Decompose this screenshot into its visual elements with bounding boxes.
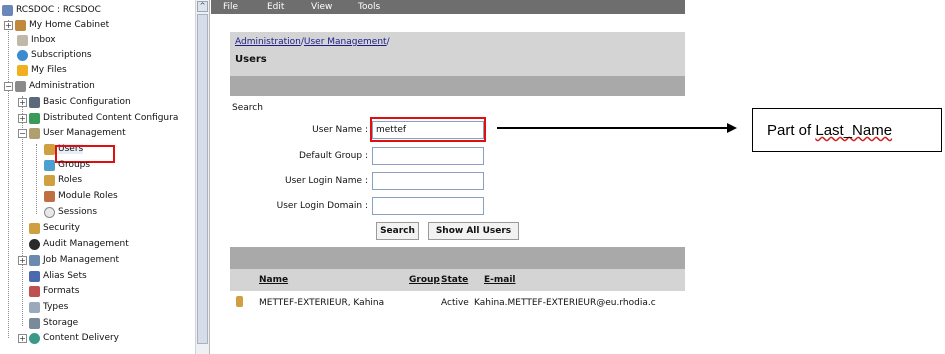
groups-icon bbox=[44, 159, 55, 171]
tree-item-user-management[interactable]: − User Management bbox=[18, 126, 126, 140]
administration-icon bbox=[15, 80, 26, 92]
expand-icon[interactable]: + bbox=[18, 333, 27, 343]
breadcrumb-user-management-link[interactable]: User Management bbox=[304, 37, 387, 47]
annotation-arrow-line bbox=[497, 127, 729, 129]
tree-item-roles[interactable]: Roles bbox=[44, 173, 82, 187]
tree-item-inbox[interactable]: Inbox bbox=[17, 33, 56, 47]
expand-icon[interactable]: + bbox=[18, 255, 27, 265]
tree-item-groups[interactable]: Groups bbox=[44, 158, 90, 172]
user-login-name-label: User Login Name : bbox=[285, 176, 368, 186]
tree-item-storage[interactable]: Storage bbox=[29, 316, 78, 330]
column-header-email[interactable]: E-mail bbox=[484, 275, 516, 285]
column-header-state[interactable]: State bbox=[441, 275, 468, 285]
star-files-icon bbox=[17, 64, 28, 76]
column-header-group[interactable]: Group bbox=[409, 275, 440, 285]
security-icon bbox=[29, 222, 40, 234]
user-login-name-input[interactable] bbox=[372, 172, 484, 190]
audit-icon bbox=[29, 238, 40, 250]
callout-squiggle-text: Last_Name bbox=[815, 122, 893, 139]
results-band bbox=[230, 247, 685, 269]
tree-item-content-delivery[interactable]: + Content Delivery bbox=[18, 331, 119, 345]
collapse-icon[interactable]: − bbox=[18, 128, 27, 138]
storage-icon bbox=[29, 317, 40, 329]
show-all-users-button[interactable]: Show All Users bbox=[428, 222, 519, 240]
expand-icon[interactable]: + bbox=[18, 97, 27, 107]
tree-item-sessions[interactable]: Sessions bbox=[44, 205, 97, 219]
menu-view[interactable]: View bbox=[311, 0, 332, 14]
header-band bbox=[230, 76, 685, 96]
tree-item-module-roles[interactable]: Module Roles bbox=[44, 189, 118, 203]
expand-icon[interactable]: + bbox=[4, 20, 13, 30]
page-title: Users bbox=[235, 54, 267, 65]
cabinet-icon bbox=[15, 19, 26, 31]
cell-email: Kahina.METTEF-EXTERIEUR@eu.rhodia.c bbox=[474, 298, 656, 308]
tree-item-types[interactable]: Types bbox=[29, 300, 68, 314]
users-icon bbox=[44, 143, 55, 155]
user-login-domain-label: User Login Domain : bbox=[276, 201, 368, 211]
tree-item-alias-sets[interactable]: Alias Sets bbox=[29, 269, 87, 283]
menu-tools[interactable]: Tools bbox=[358, 0, 380, 14]
types-icon bbox=[29, 301, 40, 313]
header-panel: Administration/User Management/ Users bbox=[230, 32, 685, 76]
scroll-up-icon[interactable]: ^ bbox=[197, 1, 208, 12]
table-header: Name Group State E-mail bbox=[230, 269, 685, 291]
tree-connector bbox=[8, 20, 9, 338]
tree-item-distributed-content[interactable]: + Distributed Content Configura bbox=[18, 111, 178, 125]
expand-icon[interactable]: + bbox=[18, 113, 27, 123]
breadcrumb-administration-link[interactable]: Administration bbox=[235, 37, 301, 47]
default-group-label: Default Group : bbox=[298, 151, 368, 161]
user-name-highlight-box bbox=[370, 117, 486, 142]
cell-state: Active bbox=[441, 298, 469, 308]
tree-item-audit-management[interactable]: Audit Management bbox=[29, 237, 129, 251]
repository-icon bbox=[2, 4, 13, 16]
user-login-domain-input[interactable] bbox=[372, 197, 484, 215]
module-roles-icon bbox=[44, 190, 55, 202]
user-name-label: User Name : bbox=[312, 125, 368, 135]
collapse-icon[interactable]: − bbox=[4, 81, 13, 91]
default-group-input[interactable] bbox=[372, 147, 484, 165]
annotation-arrow-head-icon bbox=[727, 123, 737, 133]
tree-item-repository[interactable]: RCSDOC : RCSDOC bbox=[2, 3, 101, 17]
inbox-icon bbox=[17, 34, 28, 46]
breadcrumb-separator: / bbox=[386, 37, 390, 47]
formats-icon bbox=[29, 285, 40, 297]
breadcrumb: Administration/User Management/ bbox=[235, 37, 390, 47]
sessions-icon bbox=[44, 206, 55, 218]
content-delivery-icon bbox=[29, 332, 40, 344]
tree-scrollbar[interactable]: ^ bbox=[195, 0, 209, 354]
search-section-label: Search bbox=[232, 103, 263, 113]
annotation-callout: Part of Last_Name bbox=[752, 108, 942, 152]
tree-item-my-files[interactable]: My Files bbox=[17, 63, 67, 77]
search-button[interactable]: Search bbox=[376, 222, 419, 240]
user-management-icon bbox=[29, 127, 40, 139]
job-icon bbox=[29, 254, 40, 266]
tree-connector bbox=[36, 144, 37, 214]
cell-name[interactable]: METTEF-EXTERIEUR, Kahina bbox=[259, 298, 384, 308]
menu-bar: File Edit View Tools bbox=[211, 0, 685, 14]
menu-edit[interactable]: Edit bbox=[267, 0, 284, 14]
tree-item-job-management[interactable]: + Job Management bbox=[18, 253, 119, 267]
roles-icon bbox=[44, 174, 55, 186]
tree-item-subscriptions[interactable]: Subscriptions bbox=[17, 48, 92, 62]
subscriptions-icon bbox=[17, 49, 28, 61]
config-icon bbox=[29, 96, 40, 108]
scroll-thumb[interactable] bbox=[197, 14, 208, 344]
distributed-icon bbox=[29, 112, 40, 124]
callout-text: Part of bbox=[767, 122, 816, 139]
navigation-tree: RCSDOC : RCSDOC + My Home Cabinet Inbox S… bbox=[0, 0, 210, 354]
menu-file[interactable]: File bbox=[223, 0, 238, 14]
tree-item-administration[interactable]: − Administration bbox=[4, 79, 95, 93]
column-header-name[interactable]: Name bbox=[259, 275, 288, 285]
alias-icon bbox=[29, 270, 40, 282]
tree-item-basic-configuration[interactable]: + Basic Configuration bbox=[18, 95, 131, 109]
tree-item-security[interactable]: Security bbox=[29, 221, 80, 235]
tree-item-my-home-cabinet[interactable]: + My Home Cabinet bbox=[4, 18, 109, 32]
tree-item-formats[interactable]: Formats bbox=[29, 284, 79, 298]
user-icon bbox=[236, 296, 243, 307]
